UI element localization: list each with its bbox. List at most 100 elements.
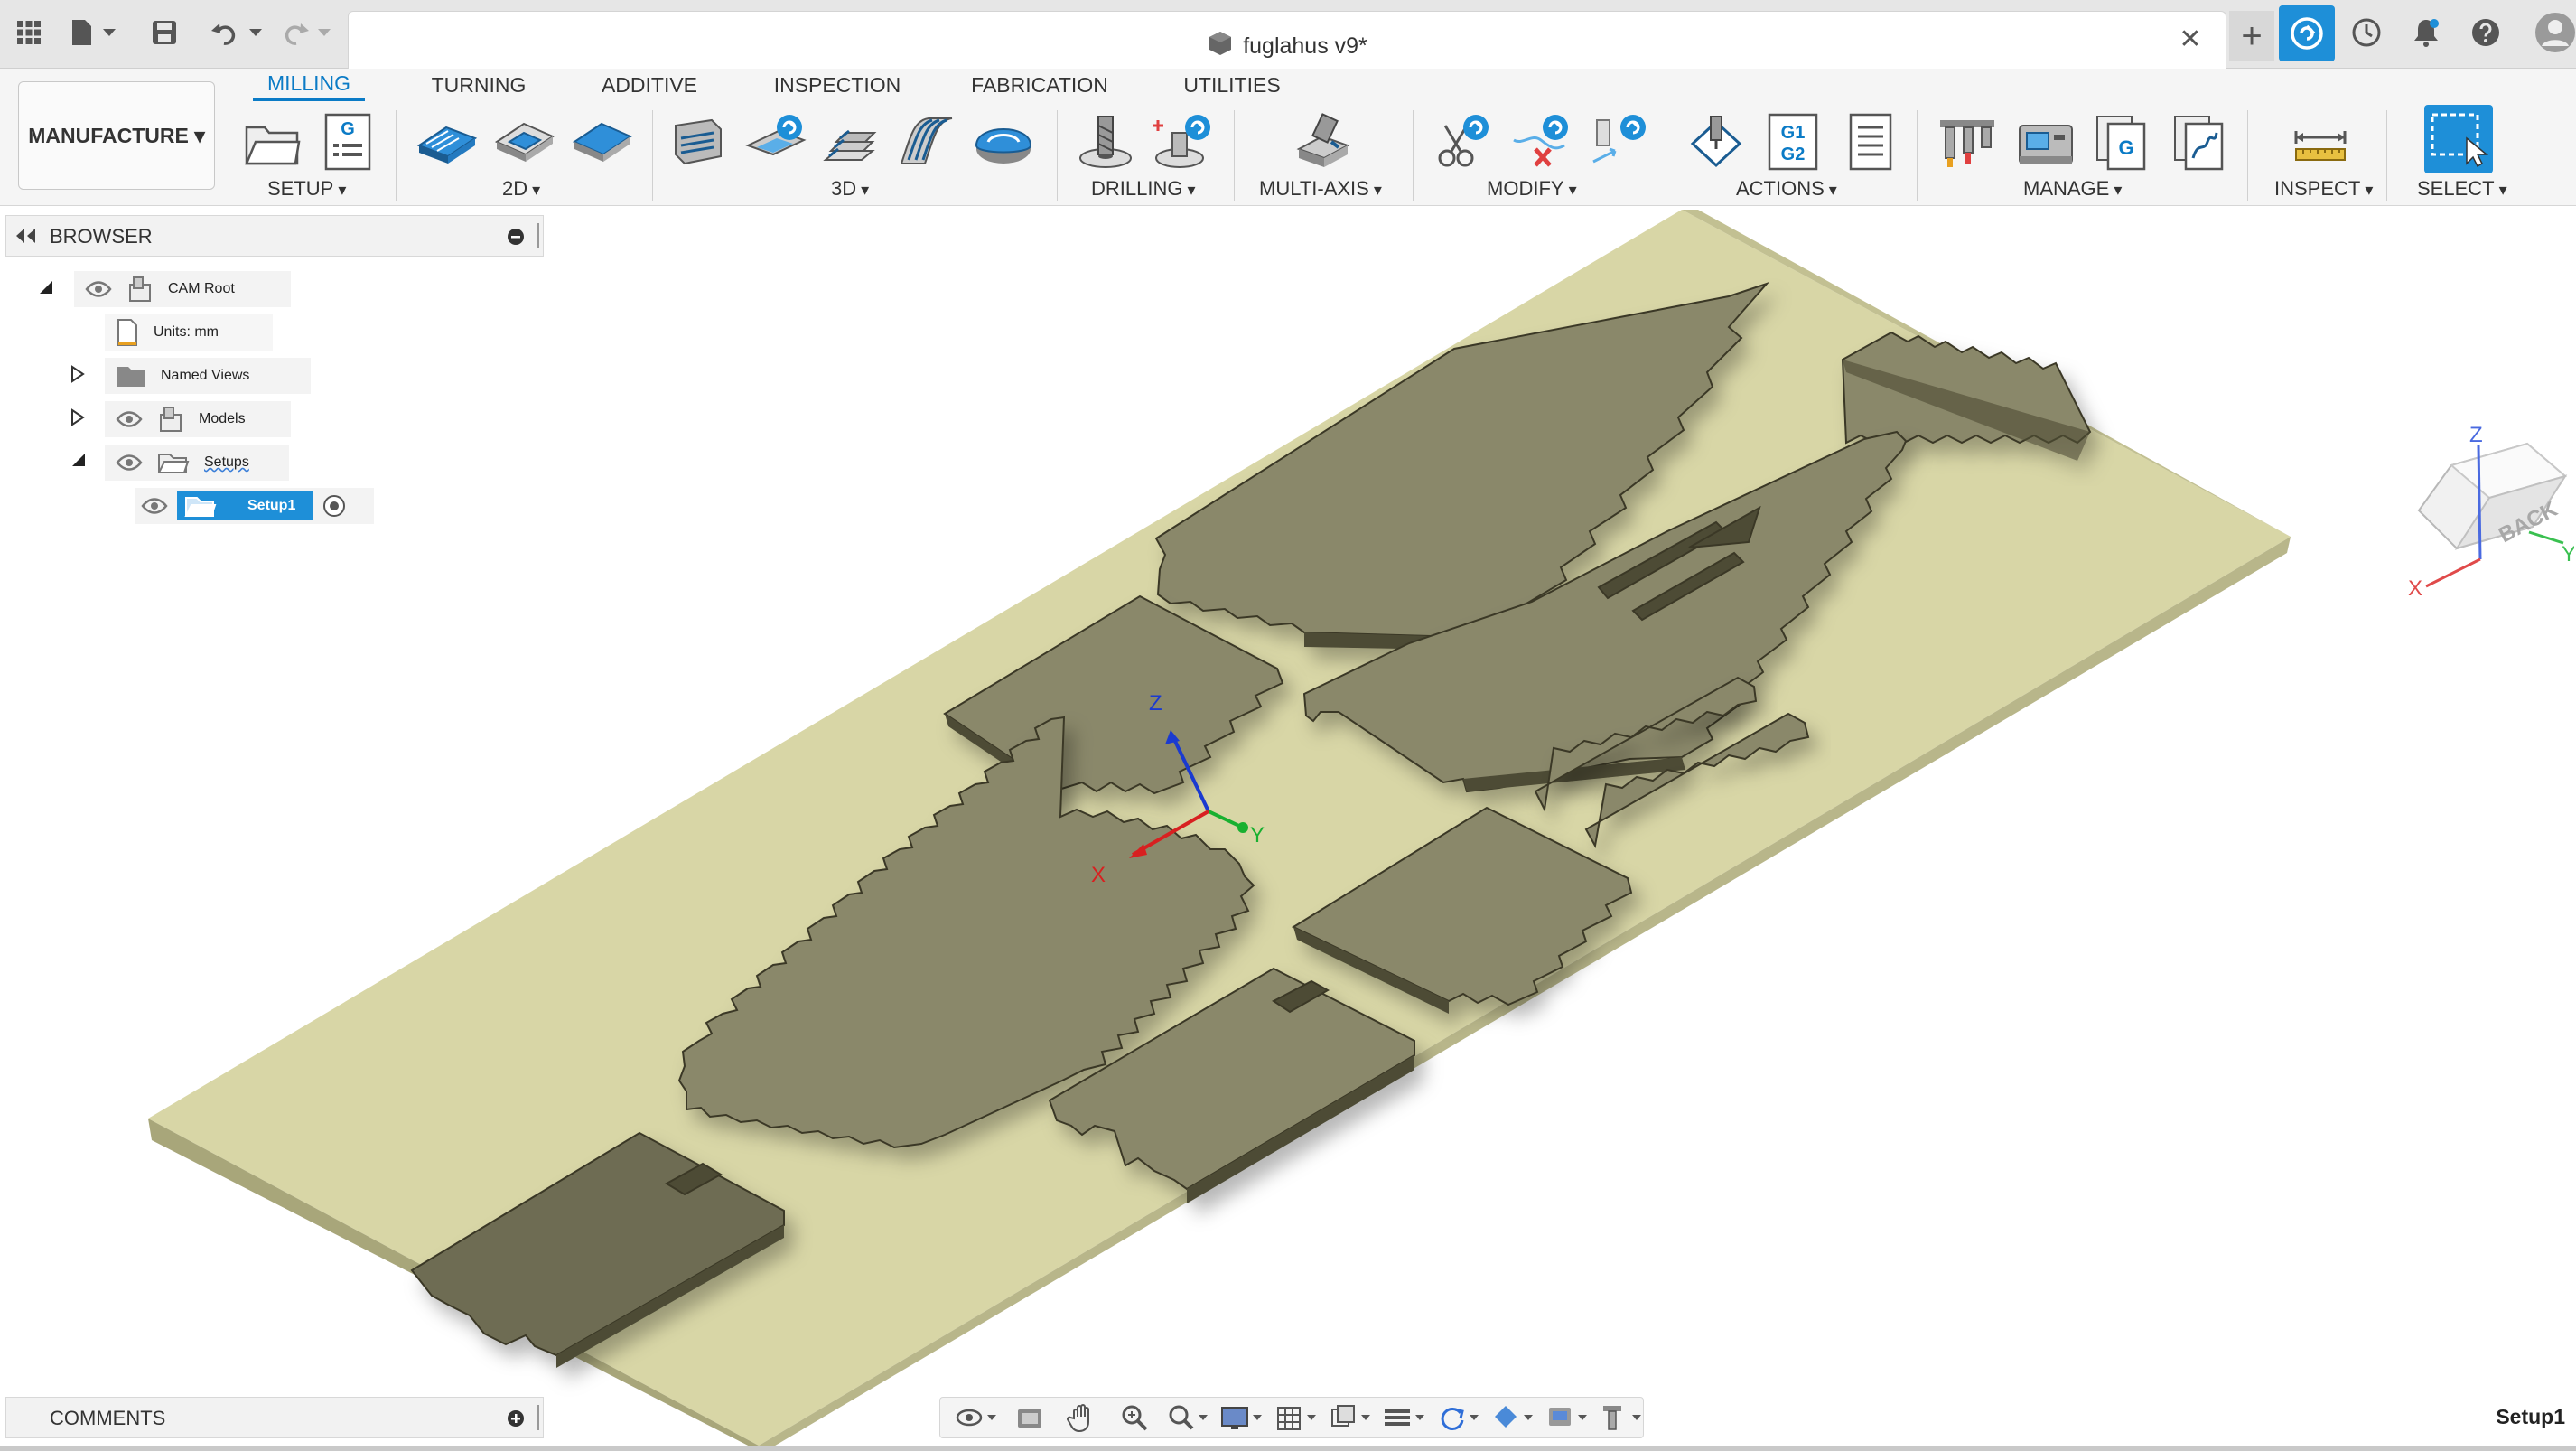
- zoom-icon[interactable]: [1114, 1400, 1155, 1436]
- parallel-icon[interactable]: [896, 110, 959, 173]
- measure-icon[interactable]: [2289, 110, 2352, 173]
- tree-node-models[interactable]: Models: [105, 401, 291, 437]
- group-setup[interactable]: SETUP: [267, 177, 346, 201]
- active-setup-status: Setup1: [2496, 1405, 2565, 1428]
- move-toolpath-icon[interactable]: [1588, 110, 1651, 173]
- collapse-triangle-icon[interactable]: [36, 279, 54, 297]
- eye-icon[interactable]: [141, 497, 168, 515]
- group-2d[interactable]: 2D: [502, 177, 540, 201]
- group-drilling[interactable]: DRILLING: [1091, 177, 1196, 201]
- browser-options-icon[interactable]: [507, 228, 525, 250]
- app-grid-icon[interactable]: [13, 11, 45, 54]
- group-multi-axis[interactable]: MULTI-AXIS: [1259, 177, 1382, 201]
- svg-text:G: G: [341, 119, 355, 139]
- trim-toolpath-icon[interactable]: [1431, 110, 1494, 173]
- 3d-viewport[interactable]: Z Y X BACK Z X Y: [0, 207, 2576, 1451]
- tab-milling[interactable]: MILLING: [253, 69, 365, 101]
- machine-library-icon[interactable]: [2014, 110, 2077, 173]
- setup-sheet-icon[interactable]: [1839, 110, 1902, 173]
- eye-icon[interactable]: [85, 280, 112, 298]
- simulate-icon[interactable]: [1685, 110, 1749, 173]
- close-tab-icon[interactable]: ✕: [2175, 24, 2206, 55]
- scallop-icon[interactable]: [972, 110, 1035, 173]
- window-select-icon[interactable]: [2424, 105, 2493, 173]
- group-actions[interactable]: ACTIONS: [1736, 177, 1837, 201]
- hole-recognition-icon[interactable]: [1153, 110, 1216, 173]
- tool-library-icon[interactable]: [1937, 110, 2000, 173]
- orbit-icon[interactable]: [955, 1400, 998, 1436]
- contour-icon[interactable]: [820, 110, 883, 173]
- expand-triangle-icon[interactable]: [69, 365, 87, 383]
- tab-inspection[interactable]: INSPECTION: [768, 69, 907, 101]
- group-modify[interactable]: MODIFY: [1487, 177, 1577, 201]
- group-inspect[interactable]: INSPECT: [2274, 177, 2373, 201]
- setup1-selected-highlight[interactable]: Setup1: [177, 491, 314, 520]
- viewports-icon[interactable]: [1329, 1400, 1372, 1436]
- group-manage[interactable]: MANAGE: [2023, 177, 2122, 201]
- help-icon[interactable]: [2466, 11, 2506, 54]
- cam-job-status-icon[interactable]: [2279, 5, 2335, 61]
- setup-folder-icon[interactable]: [240, 110, 303, 173]
- tab-additive[interactable]: ADDITIVE: [589, 69, 710, 101]
- toolbar-ribbon: MANUFACTURE ▾ MILLING TURNING ADDITIVE I…: [0, 69, 2576, 206]
- drill-icon[interactable]: [1075, 110, 1138, 173]
- collapse-panel-icon[interactable]: [14, 225, 37, 251]
- delete-toolpath-icon[interactable]: [1510, 110, 1573, 173]
- multi-axis-icon[interactable]: [1292, 110, 1355, 173]
- tree-label-setup1: Setup1: [247, 498, 296, 513]
- post-process-icon[interactable]: G1 G2: [1761, 110, 1825, 173]
- active-setup-radio-icon[interactable]: [322, 494, 346, 518]
- workspace-label: MANUFACTURE ▾: [28, 123, 205, 147]
- comments-add-icon[interactable]: [507, 1409, 525, 1432]
- expand-triangle-icon[interactable]: [69, 408, 87, 426]
- zoom-window-icon[interactable]: [1166, 1400, 1209, 1436]
- comments-panel-header[interactable]: COMMENTS: [5, 1397, 544, 1438]
- pan-hand-icon[interactable]: [1061, 1400, 1103, 1436]
- tab-fabrication[interactable]: FABRICATION: [965, 69, 1115, 101]
- notifications-bell-icon[interactable]: [2406, 11, 2446, 54]
- refresh-icon[interactable]: [1437, 1400, 1480, 1436]
- panel-resize-handle[interactable]: [537, 1405, 539, 1430]
- ribbon-divider: [1234, 110, 1235, 201]
- tree-node-cam-root[interactable]: CAM Root: [74, 271, 291, 307]
- new-tab-button[interactable]: +: [2229, 11, 2274, 61]
- grid-settings-icon[interactable]: [1274, 1400, 1318, 1436]
- panel-resize-handle[interactable]: [537, 223, 539, 248]
- look-at-icon[interactable]: [1009, 1400, 1050, 1436]
- user-avatar[interactable]: [2534, 11, 2576, 54]
- eye-icon[interactable]: [116, 454, 143, 472]
- nc-program-icon[interactable]: G: [316, 110, 379, 173]
- display-settings-icon[interactable]: [1220, 1400, 1264, 1436]
- collapse-triangle-icon[interactable]: [69, 452, 87, 470]
- workspace-switcher[interactable]: MANUFACTURE ▾: [18, 81, 215, 190]
- file-menu-icon[interactable]: [67, 11, 121, 54]
- 3d-adaptive-clearing-icon[interactable]: [668, 110, 732, 173]
- tree-node-setups[interactable]: Setups: [105, 445, 289, 481]
- 3d-pocket-clearing-icon[interactable]: [744, 110, 807, 173]
- post-library-icon[interactable]: G: [2092, 110, 2155, 173]
- eye-icon[interactable]: [116, 410, 143, 428]
- environment-icon[interactable]: [1545, 1400, 1589, 1436]
- layers-icon[interactable]: [1383, 1400, 1426, 1436]
- document-tab[interactable]: fuglahus v9* ✕: [348, 11, 2226, 69]
- job-status-clock-icon[interactable]: [2347, 11, 2386, 54]
- template-library-icon[interactable]: [2170, 110, 2233, 173]
- visual-style-icon[interactable]: [1491, 1400, 1535, 1436]
- face-icon[interactable]: [571, 110, 634, 173]
- viewcube[interactable]: BACK Z X Y: [2403, 423, 2576, 609]
- 2d-pocket-icon[interactable]: [493, 110, 556, 173]
- tab-turning[interactable]: TURNING: [415, 69, 542, 101]
- tool-display-icon[interactable]: [1600, 1400, 1643, 1436]
- viewcube-y-label: Y: [2562, 542, 2574, 566]
- 2d-adaptive-clearing-icon[interactable]: [415, 110, 479, 173]
- group-select[interactable]: SELECT: [2417, 177, 2507, 201]
- redo-icon[interactable]: [278, 11, 336, 54]
- tree-node-named-views[interactable]: Named Views: [105, 358, 311, 394]
- save-icon[interactable]: [148, 11, 181, 54]
- tab-utilities[interactable]: UTILITIES: [1178, 69, 1286, 101]
- group-3d[interactable]: 3D: [831, 177, 869, 201]
- title-bar: fuglahus v9* ✕ +: [0, 0, 2576, 69]
- tree-node-setup1[interactable]: Setup1: [135, 488, 374, 524]
- tree-node-units[interactable]: Units: mm: [105, 314, 273, 351]
- undo-icon[interactable]: [210, 11, 267, 54]
